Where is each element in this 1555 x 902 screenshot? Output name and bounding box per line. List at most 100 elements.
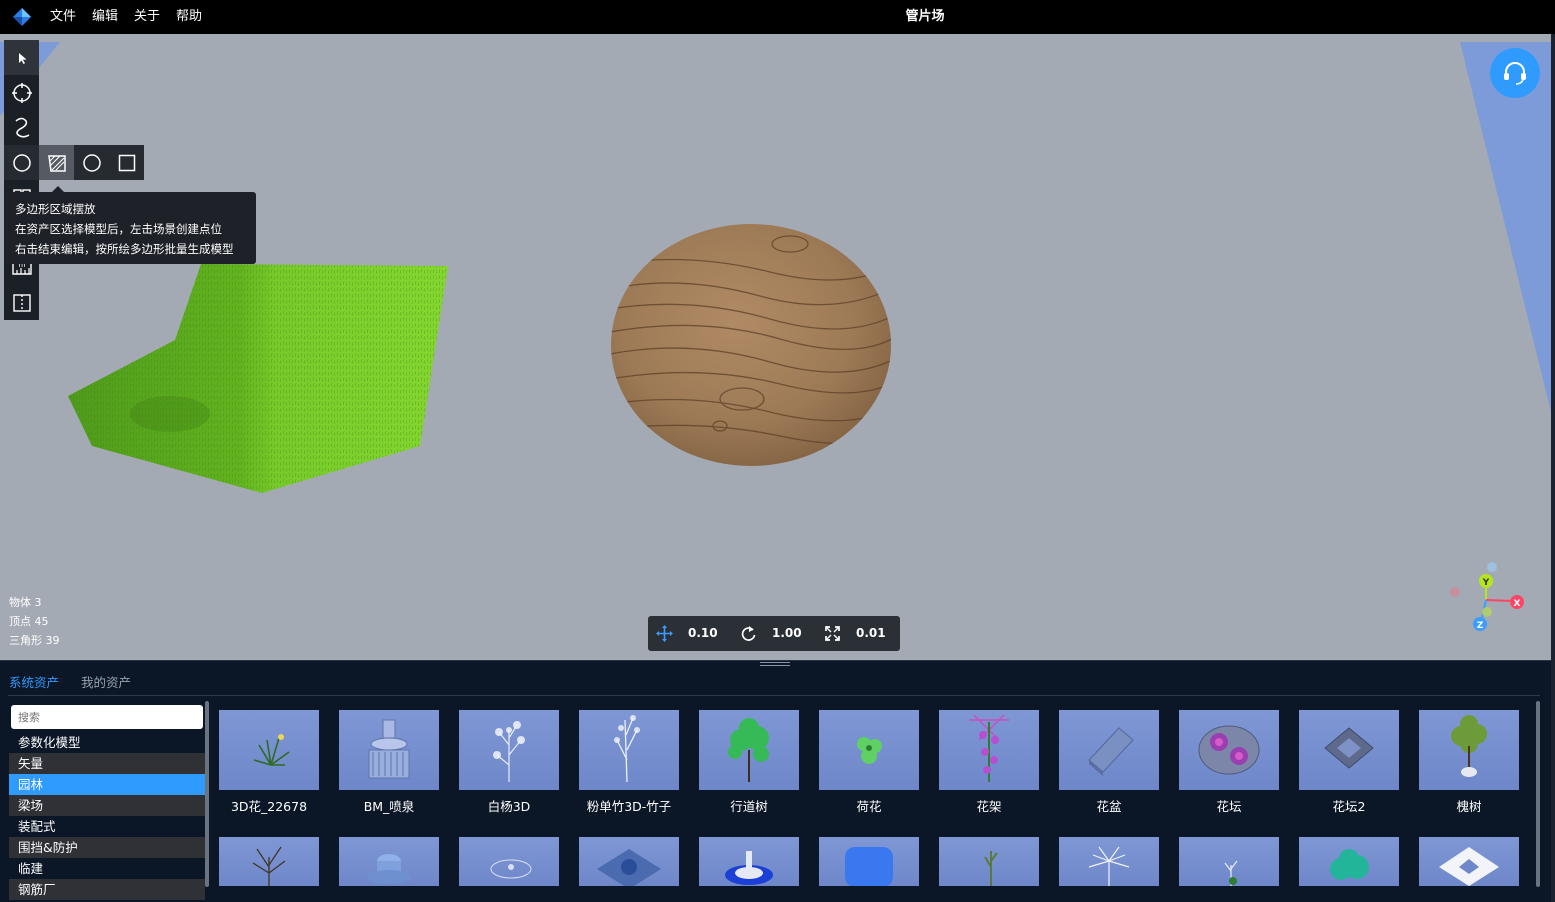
customer-service-button[interactable]: [1490, 48, 1540, 98]
move-snap-value[interactable]: 0.10: [688, 616, 718, 651]
category-prefab[interactable]: 装配式: [9, 816, 205, 837]
flower-pot-icon: [1088, 727, 1134, 776]
pavilion-icon: [597, 849, 661, 886]
bamboo-icon: [614, 715, 640, 783]
asset-thumbnail[interactable]: [699, 837, 799, 886]
asset-thumbnail[interactable]: [1179, 710, 1279, 790]
shrub-icon: [984, 851, 998, 886]
area-placement-subtoolbar: [4, 145, 144, 180]
round-fountain-icon: [367, 854, 411, 884]
fountain-icon: [368, 719, 410, 779]
asset-thumbnail[interactable]: [1299, 837, 1399, 886]
asset-label: 3D花_22678: [230, 799, 308, 814]
scene-canvas[interactable]: Y X Z: [0, 34, 1551, 660]
circle-place-button[interactable]: [4, 145, 39, 180]
axis-gizmo[interactable]: [1450, 562, 1524, 631]
menu-edit[interactable]: 编辑: [92, 0, 118, 34]
menu-help[interactable]: 帮助: [176, 0, 202, 34]
tab-my-assets[interactable]: 我的资产: [81, 672, 131, 691]
stat-vertices: 顶点 45: [9, 615, 49, 628]
app-logo-icon[interactable]: [13, 8, 31, 26]
grass-patch-model[interactable]: [68, 264, 448, 493]
locust-tree-icon: [1451, 715, 1487, 777]
category-vector[interactable]: 矢量: [9, 753, 205, 774]
category-beam-yard[interactable]: 梁场: [9, 795, 205, 816]
circle-place-icon: [12, 153, 31, 172]
polygon-area-place-icon: [47, 154, 66, 172]
axis-label-x: X: [1514, 599, 1521, 609]
scene-viewport[interactable]: Y X Z m 多边形区域摆放 在资产区选择模型后，左击场景创建点位 右击结束编…: [0, 34, 1551, 660]
glass-basin-icon: [490, 859, 532, 879]
category-list: 参数化模型 矢量 园林 梁场 装配式 围挡&防护 临建 钢筋厂: [9, 732, 205, 902]
menu-bar: 文件 编辑 关于 帮助 管片场: [0, 0, 1555, 34]
category-fence-protection[interactable]: 围挡&防护: [9, 837, 205, 858]
menu-file[interactable]: 文件: [50, 0, 76, 34]
axis-label-z: Z: [1477, 621, 1484, 631]
curve-tool-button[interactable]: [4, 110, 39, 145]
asset-thumbnail[interactable]: [459, 837, 559, 886]
asset-search-input[interactable]: [11, 705, 203, 729]
paving-tile-icon: [1439, 847, 1499, 886]
square-outline-button[interactable]: [109, 145, 144, 180]
category-rebar-factory[interactable]: 钢筋厂: [9, 879, 205, 900]
wood-disc-model[interactable]: [610, 224, 900, 466]
asset-thumbnail[interactable]: [1059, 710, 1159, 790]
bare-tree-icon: [252, 846, 286, 886]
menu-about[interactable]: 关于: [134, 0, 160, 34]
select-arrow-icon: [18, 52, 26, 64]
category-temporary[interactable]: 临建: [9, 858, 205, 879]
left-toolbar: m: [4, 40, 39, 320]
split-view-tool-button[interactable]: [4, 285, 39, 320]
category-garden[interactable]: 园林: [9, 774, 205, 795]
scale-snap-value[interactable]: 0.01: [856, 616, 886, 651]
asset-panel: 系统资产 我的资产 参数化模型 矢量 园林 梁场 装配式 围挡&防护 临建 钢筋…: [0, 666, 1551, 902]
asset-thumbnail[interactable]: [939, 837, 1039, 886]
asset-thumbnail[interactable]: [699, 710, 799, 790]
asset-label: 行道树: [730, 799, 768, 814]
asset-thumbnail[interactable]: [1179, 837, 1279, 886]
teal-bush-icon: [1330, 849, 1369, 880]
asset-thumbnail[interactable]: [219, 710, 319, 790]
lotus-icon: [857, 737, 882, 764]
asset-thumbnail[interactable]: [1419, 710, 1519, 790]
asset-thumbnail[interactable]: [219, 837, 319, 886]
category-scrollbar[interactable]: [205, 701, 209, 887]
axis-label-y: Y: [1482, 578, 1490, 588]
polygon-area-place-button[interactable]: [39, 145, 74, 180]
asset-thumbnail[interactable]: [579, 710, 679, 790]
move-icon[interactable]: [656, 625, 673, 642]
asset-label: 花盆: [1096, 799, 1122, 814]
stat-objects: 物体 3: [9, 596, 42, 609]
asset-label: 槐树: [1456, 799, 1482, 814]
tab-system-assets[interactable]: 系统资产: [9, 672, 59, 691]
asset-thumbnail[interactable]: [939, 710, 1039, 790]
asset-grid-scrollbar[interactable]: [1536, 701, 1540, 887]
asset-thumbnail[interactable]: [819, 837, 919, 886]
circle-target-tool-button[interactable]: [4, 75, 39, 110]
circle-target-icon: [11, 82, 32, 103]
asset-thumbnail[interactable]: [819, 710, 919, 790]
transform-snap-bar: 0.10 1.00 0.01: [648, 616, 900, 651]
category-parametric[interactable]: 参数化模型: [9, 732, 205, 753]
scale-icon[interactable]: [824, 625, 841, 642]
tooltip-line-1: 在资产区选择模型后，左击场景创建点位: [15, 222, 222, 236]
select-tool-button[interactable]: [4, 40, 39, 75]
rotate-icon[interactable]: [740, 625, 757, 642]
flower-trellis-icon: [969, 714, 1009, 782]
asset-thumbnail[interactable]: [339, 710, 439, 790]
flower-bed-2-icon: [1324, 727, 1374, 769]
circle-outline-button[interactable]: [74, 145, 109, 180]
asset-thumbnail[interactable]: [579, 837, 679, 886]
small-plant-icon: [1224, 860, 1238, 886]
asset-label: BM_喷泉: [363, 799, 415, 814]
asset-label: 花坛2: [1332, 799, 1366, 814]
asset-thumbnail[interactable]: [1059, 837, 1159, 886]
asset-label: 花坛: [1216, 799, 1242, 814]
palm-icon: [1088, 846, 1130, 886]
rotate-snap-value[interactable]: 1.00: [772, 616, 802, 651]
asset-thumbnail[interactable]: [1299, 710, 1399, 790]
circle-outline-icon: [82, 153, 101, 172]
asset-thumbnail[interactable]: [339, 837, 439, 886]
asset-thumbnail[interactable]: [1419, 837, 1519, 886]
asset-thumbnail[interactable]: [459, 710, 559, 790]
